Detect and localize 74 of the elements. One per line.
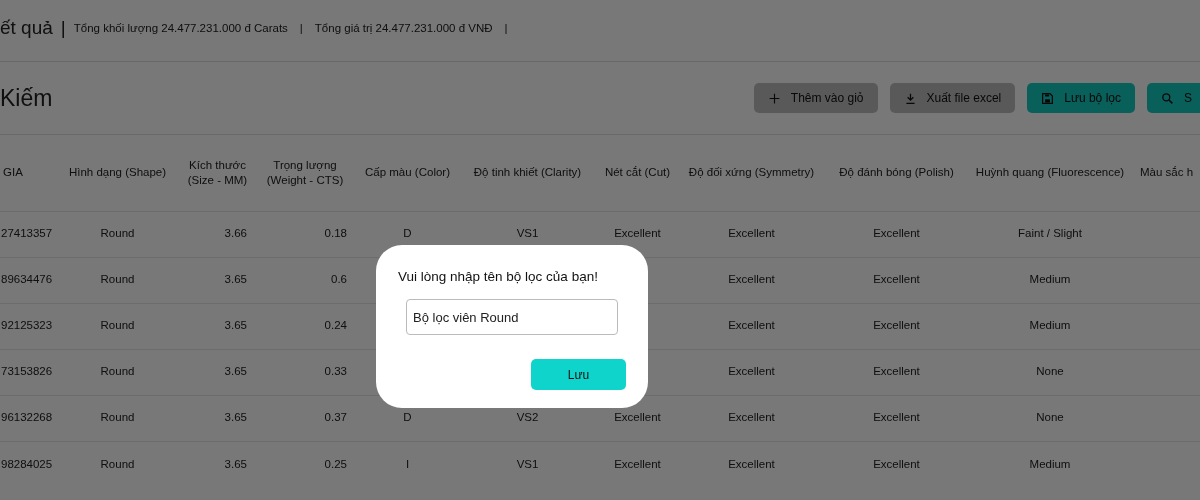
table-cell: Excellent: [823, 211, 970, 257]
table-cell: Excellent: [680, 211, 823, 257]
plus-icon: [767, 91, 781, 105]
table-cell: Excellent: [823, 349, 970, 395]
filter-name-field[interactable]: Bộ lọc viên Round: [406, 299, 618, 336]
action-button[interactable]: Lưu bộ lọc: [1027, 83, 1135, 113]
table-cell: Round: [55, 303, 180, 349]
table-cell: 3.66: [180, 211, 255, 257]
table-cell: Round: [55, 257, 180, 303]
table-cell: 0.24: [255, 303, 355, 349]
table-cell: Medium: [970, 303, 1130, 349]
separator: |: [504, 20, 508, 36]
table-cell: Excellent: [823, 441, 970, 487]
table-cell: 3.65: [180, 303, 255, 349]
table-cell: Excellent: [823, 257, 970, 303]
action-button[interactable]: Xuất file excel: [889, 83, 1016, 113]
column-header: Hình dạng (Shape): [55, 135, 180, 211]
separator: |: [60, 16, 66, 41]
table-cell: Excellent: [680, 303, 823, 349]
table-cell: 98284025: [0, 441, 55, 487]
table-cell: 89634476: [0, 257, 55, 303]
column-header: Độ đối xứng (Symmetry): [680, 135, 823, 211]
table-cell: 3.65: [180, 395, 255, 441]
column-header: GIA: [0, 135, 55, 211]
summary-stat: Tổng giá trị 24.477.231.000 đ VNĐ: [314, 20, 493, 36]
table-cell: I: [355, 441, 460, 487]
table-cell: Excellent: [680, 441, 823, 487]
table-cell: Excellent: [595, 441, 680, 487]
table-cell: 96132268: [0, 395, 55, 441]
column-header: Màu sắc h: [1130, 135, 1200, 211]
search-icon: [1161, 91, 1174, 105]
table-cell: Excellent: [823, 303, 970, 349]
table-cell: Excellent: [680, 349, 823, 395]
column-header: Cấp màu (Color): [355, 135, 460, 211]
table-cell: None: [970, 395, 1130, 441]
summary-stat: Tổng khối lượng 24.477.231.000 đ Carats: [73, 20, 288, 36]
table-cell: VS1: [460, 441, 595, 487]
table-cell: 3.65: [180, 441, 255, 487]
table-cell: None: [970, 349, 1130, 395]
table-cell: 0.25: [255, 441, 355, 487]
table-cell: Medium: [970, 441, 1130, 487]
table-cell: Round: [55, 349, 180, 395]
dialog-title: Vui lòng nhập tên bộ lọc của bạn!: [398, 268, 598, 286]
table-cell: 0.6: [255, 257, 355, 303]
table-cell: 0.18: [255, 211, 355, 257]
separator: |: [299, 20, 303, 36]
result-title: ết quả: [0, 16, 53, 41]
table-cell: Excellent: [823, 395, 970, 441]
column-header: Nét cắt (Cut): [595, 135, 680, 211]
table-cell: 0.37: [255, 395, 355, 441]
table-cell: 3.65: [180, 257, 255, 303]
action-button[interactable]: Thêm vào giỏ: [753, 83, 878, 113]
table-cell: Excellent: [680, 257, 823, 303]
save-icon: [1041, 91, 1055, 105]
table-cell: Medium: [970, 257, 1130, 303]
download-icon: [903, 91, 917, 105]
table-cell: Excellent: [680, 395, 823, 441]
table-cell: 3.65: [180, 349, 255, 395]
table-cell: Round: [55, 211, 180, 257]
save-button[interactable]: Lưu: [531, 359, 626, 391]
table-cell: 73153826: [0, 349, 55, 395]
table-cell: Round: [55, 441, 180, 487]
column-header: Kích thước (Size - MM): [180, 135, 255, 211]
table-cell: Faint / Slight: [970, 211, 1130, 257]
table-cell: 0.33: [255, 349, 355, 395]
column-header: Độ tinh khiết (Clarity): [460, 135, 595, 211]
section-title: Kiếm: [0, 83, 53, 113]
table-cell: 92125323: [0, 303, 55, 349]
column-header: Trọng lượng (Weight - CTS): [255, 135, 355, 211]
column-header: Huỳnh quang (Fluorescence): [970, 135, 1130, 211]
table-cell: Round: [55, 395, 180, 441]
table-cell: 27413357: [0, 211, 55, 257]
action-button[interactable]: S: [1147, 83, 1200, 113]
column-header: Độ đánh bóng (Polish): [823, 135, 970, 211]
